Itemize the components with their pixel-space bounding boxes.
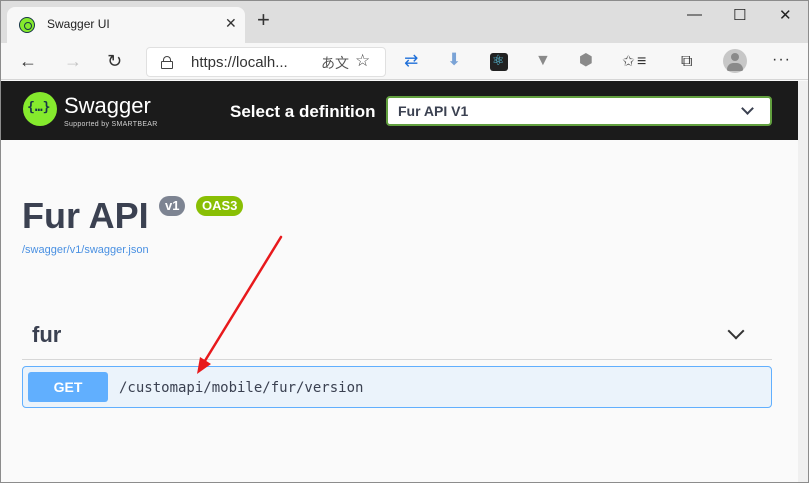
translate-icon[interactable]: あ文 — [321, 53, 349, 73]
reload-icon[interactable]: ↻ — [107, 51, 122, 71]
http-method-badge[interactable]: GET — [28, 372, 108, 402]
browser-window: Swagger UI ✕ + — ☐ ✕ ← → ↻ https://local… — [0, 0, 809, 483]
maximize-button[interactable]: ☐ — [733, 6, 746, 24]
hexagon-extension-icon[interactable]: ⬢ — [579, 51, 593, 71]
lock-icon[interactable] — [161, 56, 173, 69]
url-text[interactable]: https://localh... — [191, 54, 288, 71]
operation-path[interactable]: /customapi/mobile/fur/version — [119, 380, 363, 396]
tag-section-fur[interactable]: fur — [22, 310, 772, 360]
swagger-logo-icon[interactable]: {…} — [23, 92, 57, 126]
oas-badge: OAS3 — [196, 196, 244, 216]
page-scrollbar[interactable] — [798, 81, 808, 482]
chevron-down-icon[interactable] — [727, 322, 745, 340]
swagger-brand-sub: Supported by SMARTBEAR — [64, 121, 158, 128]
tab-swagger-ui[interactable]: Swagger UI ✕ — [7, 7, 245, 43]
swagger-favicon-icon — [19, 17, 35, 33]
swagger-topbar: {…} Swagger Supported by SMARTBEAR Selec… — [1, 81, 798, 140]
tab-title: Swagger UI — [47, 17, 110, 31]
favorites-icon[interactable]: ✩ — [622, 52, 635, 72]
operation-get-version[interactable]: GET /customapi/mobile/fur/version — [22, 366, 772, 408]
vue-devtools-icon[interactable]: ▼ — [535, 51, 551, 71]
browser-toolbar: ← → ↻ https://localh... あ文 ☆ ⇄ ⬇ ▼ ⬢ ✩ ≡… — [1, 43, 808, 80]
more-menu-icon[interactable]: ··· — [772, 50, 791, 70]
swagger-logo-glyph: {…} — [27, 100, 51, 115]
select-definition-label: Select a definition — [230, 102, 376, 121]
new-tab-button[interactable]: + — [257, 9, 270, 31]
version-badge: v1 — [159, 196, 186, 216]
definition-select[interactable]: Fur API V1 — [386, 96, 772, 126]
tag-name[interactable]: fur — [32, 322, 61, 348]
api-title: Fur API — [22, 195, 149, 236]
favorites-list-icon[interactable]: ≡ — [637, 52, 646, 72]
definition-select-value: Fur API V1 — [398, 103, 469, 119]
collections-icon[interactable]: ⧉ — [681, 52, 692, 72]
back-arrow-icon[interactable]: ← — [19, 51, 37, 71]
swagger-main: Fur API v1 OAS3 /swagger/v1/swagger.json… — [1, 140, 798, 482]
swagger-brand[interactable]: Swagger — [64, 93, 151, 119]
forward-arrow-icon[interactable]: → — [64, 51, 82, 71]
profile-avatar[interactable] — [723, 49, 747, 73]
minimize-button[interactable]: — — [687, 6, 702, 23]
favorite-star-icon[interactable]: ☆ — [355, 51, 370, 71]
spec-link[interactable]: /swagger/v1/swagger.json — [22, 244, 149, 256]
sync-extension-icon[interactable]: ⇄ — [404, 51, 418, 71]
tab-close-icon[interactable]: ✕ — [225, 15, 237, 32]
react-devtools-icon[interactable] — [490, 52, 508, 71]
address-bar[interactable]: https://localh... あ文 ☆ — [146, 47, 386, 77]
close-window-button[interactable]: ✕ — [779, 6, 792, 24]
chevron-down-icon — [741, 102, 754, 115]
download-extension-icon[interactable]: ⬇ — [447, 50, 461, 70]
tab-strip: Swagger UI ✕ + — ☐ ✕ — [1, 1, 808, 43]
